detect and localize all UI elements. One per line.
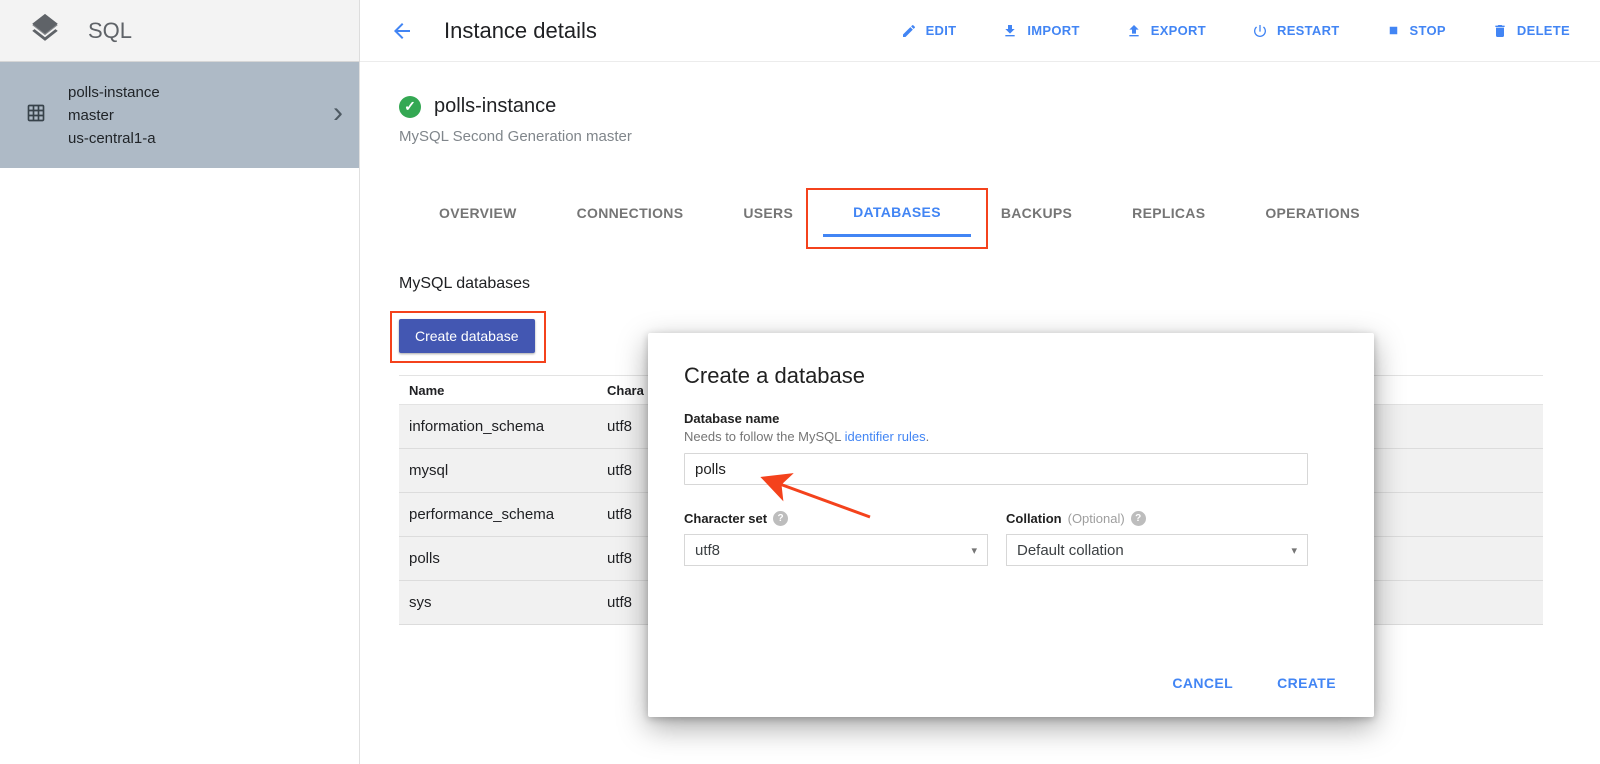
- tab-replicas[interactable]: REPLICAS: [1102, 189, 1235, 237]
- create-database-dialog: Create a database Database name Needs to…: [648, 333, 1374, 717]
- collation-help-icon[interactable]: ?: [1131, 511, 1146, 526]
- collation-field: Collation (Optional) ? Default collation…: [1006, 511, 1308, 566]
- collation-optional-label: (Optional): [1068, 511, 1125, 526]
- charset-select[interactable]: utf8 ▾: [684, 534, 988, 566]
- sidebar-instance-role: master: [68, 104, 160, 127]
- delete-button[interactable]: DELETE: [1492, 23, 1570, 39]
- tab-backups[interactable]: BACKUPS: [971, 189, 1102, 237]
- app-title: SQL: [88, 18, 132, 44]
- collation-label: Collation: [1006, 511, 1062, 526]
- export-button[interactable]: EXPORT: [1126, 23, 1206, 39]
- instance-title-row: ✓ polls-instance: [361, 63, 1600, 118]
- sidebar-instance-zone: us-central1-a: [68, 127, 160, 150]
- tab-operations[interactable]: OPERATIONS: [1235, 189, 1390, 237]
- section-title: MySQL databases: [399, 275, 1600, 293]
- instance-subtitle: MySQL Second Generation master: [361, 118, 1600, 145]
- grid-icon: [26, 103, 46, 128]
- create-database-button[interactable]: Create database: [399, 319, 535, 353]
- instance-header-bar: Instance details EDIT IMPORT EXPORT: [360, 0, 1600, 62]
- layers-icon: [28, 11, 62, 50]
- stop-button[interactable]: STOP: [1386, 23, 1446, 38]
- export-icon: [1126, 23, 1142, 39]
- power-icon: [1252, 23, 1268, 39]
- restart-button[interactable]: RESTART: [1252, 23, 1340, 39]
- db-name-cell: performance_schema: [399, 506, 607, 523]
- identifier-rules-link[interactable]: identifier rules: [845, 429, 926, 444]
- chevron-right-icon[interactable]: ›: [333, 98, 343, 132]
- database-name-label: Database name: [684, 411, 1338, 426]
- charset-field: Character set ? utf8 ▾: [684, 511, 988, 566]
- back-button[interactable]: [390, 19, 414, 43]
- dialog-title: Create a database: [684, 363, 1338, 389]
- tab-connections[interactable]: CONNECTIONS: [547, 189, 714, 237]
- db-name-cell: information_schema: [399, 418, 607, 435]
- edit-button[interactable]: EDIT: [901, 23, 957, 39]
- caret-down-icon: ▾: [971, 544, 977, 557]
- db-name-cell: mysql: [399, 462, 607, 479]
- instance-sidebar: polls-instance master us-central1-a ›: [0, 62, 360, 764]
- pencil-icon: [901, 23, 917, 39]
- cancel-button[interactable]: CANCEL: [1172, 675, 1233, 691]
- sidebar-item-polls-instance[interactable]: polls-instance master us-central1-a ›: [0, 62, 359, 168]
- instance-actions: EDIT IMPORT EXPORT RESTART: [901, 23, 1570, 39]
- status-ok-icon: ✓: [399, 96, 421, 118]
- tab-users[interactable]: USERS: [713, 189, 823, 237]
- back-arrow-icon: [390, 19, 414, 43]
- dialog-buttons: CANCEL CREATE: [1172, 675, 1336, 691]
- instance-name: polls-instance: [434, 95, 556, 118]
- column-header-name: Name: [399, 383, 607, 398]
- stop-icon: [1386, 23, 1401, 38]
- instance-tabs: OVERVIEW CONNECTIONS USERS DATABASES BAC…: [409, 189, 1600, 237]
- database-name-input[interactable]: [684, 453, 1308, 485]
- caret-down-icon: ▾: [1291, 544, 1297, 557]
- collation-select[interactable]: Default collation ▾: [1006, 534, 1308, 566]
- import-button[interactable]: IMPORT: [1002, 23, 1079, 39]
- tab-overview[interactable]: OVERVIEW: [409, 189, 547, 237]
- sql-brand[interactable]: SQL: [0, 0, 360, 62]
- import-icon: [1002, 23, 1018, 39]
- page-title: Instance details: [444, 18, 597, 44]
- create-button[interactable]: CREATE: [1277, 675, 1336, 691]
- charset-help-icon[interactable]: ?: [773, 511, 788, 526]
- sidebar-instance-text: polls-instance master us-central1-a: [68, 81, 160, 150]
- tab-databases[interactable]: DATABASES: [823, 189, 971, 237]
- trash-icon: [1492, 23, 1508, 39]
- db-name-cell: sys: [399, 594, 607, 611]
- sidebar-instance-name: polls-instance: [68, 81, 160, 104]
- charset-label: Character set: [684, 511, 767, 526]
- db-name-cell: polls: [399, 550, 607, 567]
- dialog-field-row: Character set ? utf8 ▾ Collation (Option…: [684, 511, 1338, 566]
- database-name-hint: Needs to follow the MySQL identifier rul…: [684, 429, 1338, 444]
- create-database-wrap: Create database: [399, 319, 535, 353]
- cloud-sql-console: SQL Instance details EDIT IMPORT: [0, 0, 1600, 764]
